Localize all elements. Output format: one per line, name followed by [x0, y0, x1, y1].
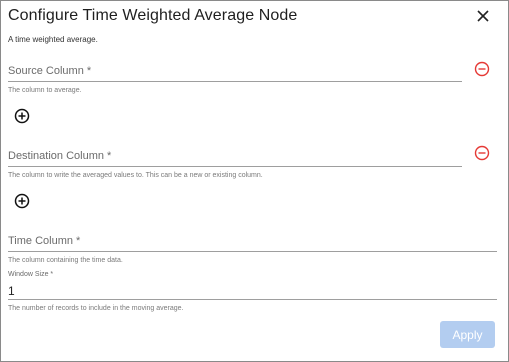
source-column-hint: The column to average.	[8, 87, 82, 94]
time-column-label: Time Column *	[8, 235, 81, 247]
add-source-column-icon[interactable]	[14, 108, 30, 124]
source-column-field[interactable]: Source Column *	[8, 65, 462, 85]
source-column-underline	[8, 81, 462, 82]
add-destination-column-icon[interactable]	[14, 193, 30, 209]
source-column-label: Source Column *	[8, 65, 92, 77]
remove-destination-column-icon[interactable]	[474, 145, 490, 161]
configure-node-dialog: Configure Time Weighted Average Node A t…	[0, 0, 509, 362]
close-icon[interactable]	[473, 6, 493, 26]
window-size-underline	[8, 299, 497, 300]
time-column-underline	[8, 251, 497, 252]
window-size-label: Window Size *	[8, 271, 54, 278]
apply-button[interactable]: Apply	[440, 321, 495, 348]
destination-column-hint: The column to write the averaged values …	[8, 172, 263, 179]
window-size-hint: The number of records to include in the …	[8, 305, 184, 312]
destination-column-label: Destination Column *	[8, 150, 112, 162]
destination-column-field[interactable]: Destination Column *	[8, 150, 462, 170]
destination-column-underline	[8, 166, 462, 167]
window-size-input[interactable]	[8, 284, 493, 298]
dialog-subtitle: A time weighted average.	[8, 35, 98, 44]
dialog-title: Configure Time Weighted Average Node	[8, 7, 298, 24]
time-column-hint: The column containing the time data.	[8, 257, 123, 264]
remove-source-column-icon[interactable]	[474, 61, 490, 77]
time-column-field[interactable]: Time Column *	[8, 235, 497, 255]
